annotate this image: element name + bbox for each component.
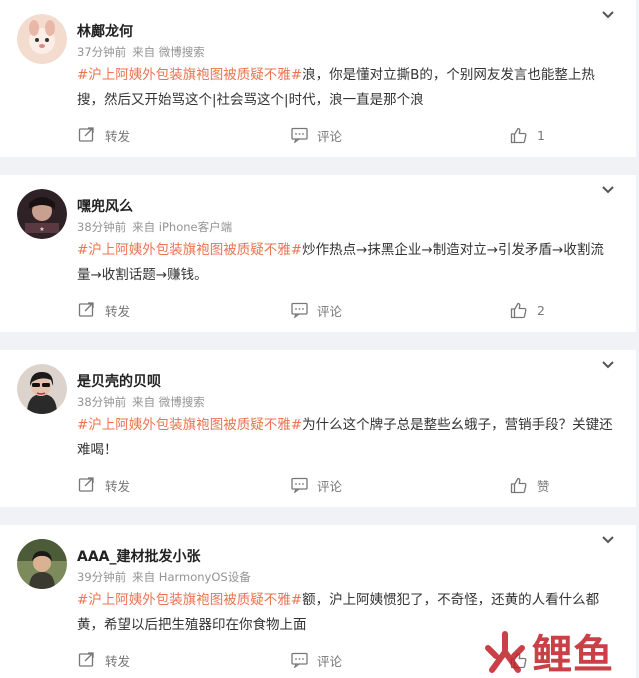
svg-text:★: ★ — [39, 226, 44, 233]
avatar[interactable] — [17, 364, 67, 414]
post-source: 来自 HarmonyOS设备 — [132, 570, 251, 584]
post-content: #沪上阿姨外包装旗袍图被质疑不雅#炒作热点→抹黑企业→制造对立→引发矛盾→收割流… — [77, 238, 617, 288]
action-bar: 转发 评论 2 — [0, 299, 636, 321]
comment-icon — [291, 652, 308, 668]
repost-button[interactable]: 转发 — [78, 299, 130, 321]
hashtag-link[interactable]: #沪上阿姨外包装旗袍图被质疑不雅# — [77, 67, 302, 83]
post-content: #沪上阿姨外包装旗袍图被质疑不雅#为什么这个牌子总是整些幺蛾子，营销手段？关键还… — [77, 413, 617, 463]
post-source: 来自 微博搜索 — [132, 395, 205, 409]
comment-card: AAA_建材批发小张 39分钟前 来自 HarmonyOS设备 #沪上阿姨外包装旗… — [0, 525, 636, 678]
repost-label: 转发 — [105, 128, 131, 144]
comment-card: 林鄺龙何 37分钟前 来自 微博搜索 #沪上阿姨外包装旗袍图被质疑不雅#浪，你是懂… — [0, 0, 636, 157]
like-count: 1 — [537, 127, 545, 143]
user-name[interactable]: 嘿兜风么 — [77, 196, 133, 216]
repost-icon — [78, 302, 94, 317]
comment-icon — [291, 302, 308, 318]
action-bar: 转发 评论 1 — [0, 124, 636, 146]
chevron-down-icon[interactable] — [600, 358, 616, 372]
like-button[interactable]: 1 — [510, 124, 545, 146]
thumbs-up-icon — [510, 302, 527, 318]
repost-icon — [78, 652, 94, 667]
repost-label: 转发 — [105, 653, 131, 669]
post-meta: 38分钟前 来自 微博搜索 — [77, 394, 205, 410]
repost-button[interactable]: 转发 — [78, 649, 130, 671]
comment-feed: 林鄺龙何 37分钟前 来自 微博搜索 #沪上阿姨外包装旗袍图被质疑不雅#浪，你是懂… — [0, 0, 639, 678]
post-source: 来自 iPhone客户端 — [132, 220, 233, 234]
avatar[interactable] — [17, 539, 67, 589]
like-label: 赞 — [537, 478, 550, 494]
post-time[interactable]: 38分钟前 — [77, 395, 126, 409]
post-time[interactable]: 38分钟前 — [77, 220, 126, 234]
like-button[interactable]: 2 — [510, 299, 545, 321]
thumbs-up-icon — [510, 127, 527, 143]
user-name[interactable]: 林鄺龙何 — [77, 21, 133, 41]
avatar[interactable] — [17, 14, 67, 64]
thumbs-up-icon — [510, 477, 527, 493]
post-source: 来自 微博搜索 — [132, 45, 205, 59]
comment-label: 评论 — [317, 128, 343, 144]
like-count: 2 — [537, 302, 545, 318]
repost-label: 转发 — [105, 303, 131, 319]
action-bar: 转发 评论 赞 — [0, 474, 636, 496]
post-meta: 37分钟前 来自 微博搜索 — [77, 44, 205, 60]
hashtag-link[interactable]: #沪上阿姨外包装旗袍图被质疑不雅# — [77, 417, 302, 433]
comment-card: 是贝壳的贝呗 38分钟前 来自 微博搜索 #沪上阿姨外包装旗袍图被质疑不雅#为什么… — [0, 350, 636, 507]
chevron-down-icon[interactable] — [600, 183, 616, 197]
hashtag-link[interactable]: #沪上阿姨外包装旗袍图被质疑不雅# — [77, 242, 302, 258]
post-meta: 39分钟前 来自 HarmonyOS设备 — [77, 569, 251, 585]
chevron-down-icon[interactable] — [600, 533, 616, 547]
repost-button[interactable]: 转发 — [78, 474, 130, 496]
post-time[interactable]: 37分钟前 — [77, 45, 126, 59]
repost-button[interactable]: 转发 — [78, 124, 130, 146]
user-name[interactable]: AAA_建材批发小张 — [77, 546, 201, 566]
comment-button[interactable]: 评论 — [291, 474, 342, 496]
like-button[interactable]: 赞 — [510, 474, 550, 496]
post-time[interactable]: 39分钟前 — [77, 570, 126, 584]
repost-label: 转发 — [105, 478, 131, 494]
hashtag-link[interactable]: #沪上阿姨外包装旗袍图被质疑不雅# — [77, 592, 302, 608]
repost-icon — [78, 127, 94, 142]
post-content: #沪上阿姨外包装旗袍图被质疑不雅#浪，你是懂对立撕B的，个别网友发言也能整上热搜… — [77, 63, 617, 113]
comment-label: 评论 — [317, 303, 343, 319]
watermark-text: 鲤鱼 — [532, 632, 614, 678]
watermark-mark-icon — [485, 631, 525, 673]
comment-icon — [291, 477, 308, 493]
comment-button[interactable]: 评论 — [291, 124, 342, 146]
comment-button[interactable]: 评论 — [291, 299, 342, 321]
comment-button[interactable]: 评论 — [291, 649, 342, 671]
comment-label: 评论 — [317, 653, 343, 669]
user-name[interactable]: 是贝壳的贝呗 — [77, 371, 161, 391]
comment-icon — [291, 127, 308, 143]
watermark-logo: 鲤鱼 — [482, 622, 614, 678]
comment-card: ★ 嘿兜风么 38分钟前 来自 iPhone客户端 #沪上阿姨外包装旗袍图被质疑不… — [0, 175, 636, 332]
chevron-down-icon[interactable] — [600, 8, 616, 22]
comment-label: 评论 — [317, 478, 343, 494]
post-meta: 38分钟前 来自 iPhone客户端 — [77, 219, 232, 235]
avatar[interactable]: ★ — [17, 189, 67, 239]
repost-icon — [78, 477, 94, 492]
